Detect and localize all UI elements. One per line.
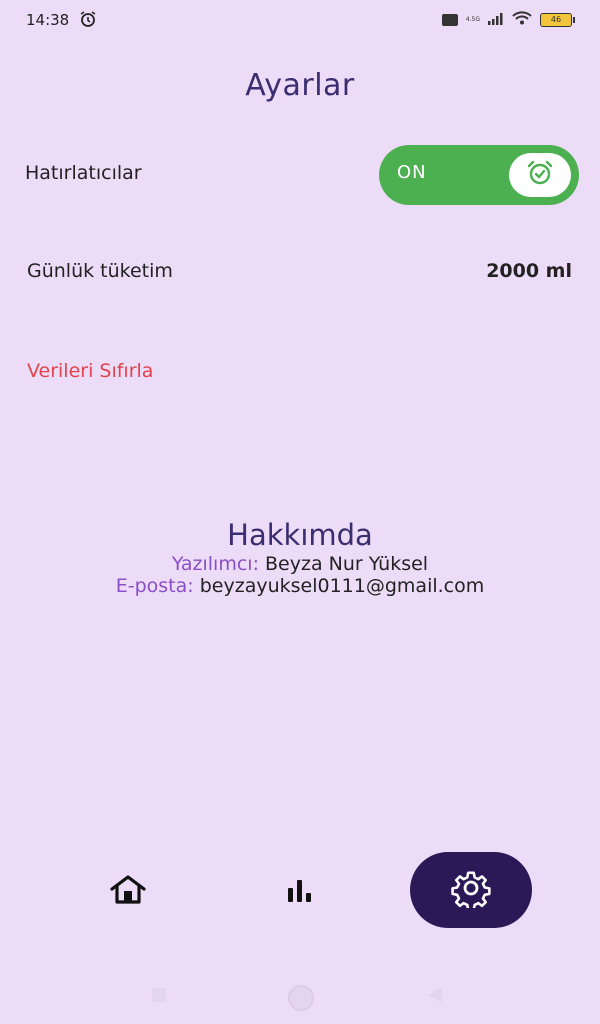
system-recents-button[interactable] — [152, 988, 166, 1002]
developer-name: Beyza Nur Yüksel — [265, 553, 429, 575]
battery-icon: 46 — [540, 12, 575, 27]
reminders-label: Hatırlatıcılar — [25, 162, 142, 184]
daily-consumption-value[interactable]: 2000 ml — [486, 260, 572, 282]
about-title: Hakkımda — [227, 518, 373, 552]
system-back-button[interactable] — [428, 987, 442, 1003]
signal-icon — [488, 10, 504, 29]
gear-icon — [451, 868, 491, 912]
toggle-knob — [509, 153, 571, 197]
email-label: E-posta: — [115, 575, 194, 597]
alarm-status-icon — [79, 10, 97, 32]
reminders-toggle[interactable]: ON — [379, 145, 579, 205]
bar-chart-icon — [285, 878, 315, 906]
daily-consumption-label[interactable]: Günlük tüketim — [27, 260, 173, 282]
toggle-state-text: ON — [397, 162, 427, 183]
system-home-button[interactable] — [288, 985, 314, 1011]
alarm-clock-icon — [526, 159, 554, 191]
status-icons: 4.5G 46 — [441, 10, 575, 29]
about-email: E-posta: beyzayuksel0111@gmail.com — [0, 575, 600, 597]
wifi-icon — [512, 10, 532, 29]
about-developer: Yazılımcı: Beyza Nur Yüksel — [0, 553, 600, 575]
sim-icon — [441, 13, 458, 26]
nav-settings-button[interactable] — [410, 852, 532, 928]
page-title: Ayarlar — [245, 68, 355, 103]
developer-label: Yazılımcı: — [171, 553, 259, 575]
home-icon — [109, 875, 147, 909]
email-value[interactable]: beyzayuksel0111@gmail.com — [200, 575, 485, 597]
reset-data-button[interactable]: Verileri Sıfırla — [27, 360, 153, 382]
nav-home-button[interactable] — [108, 872, 148, 912]
status-time: 14:38 — [26, 11, 70, 29]
network-type: 4.5G — [465, 15, 480, 23]
nav-stats-button[interactable] — [280, 872, 320, 912]
